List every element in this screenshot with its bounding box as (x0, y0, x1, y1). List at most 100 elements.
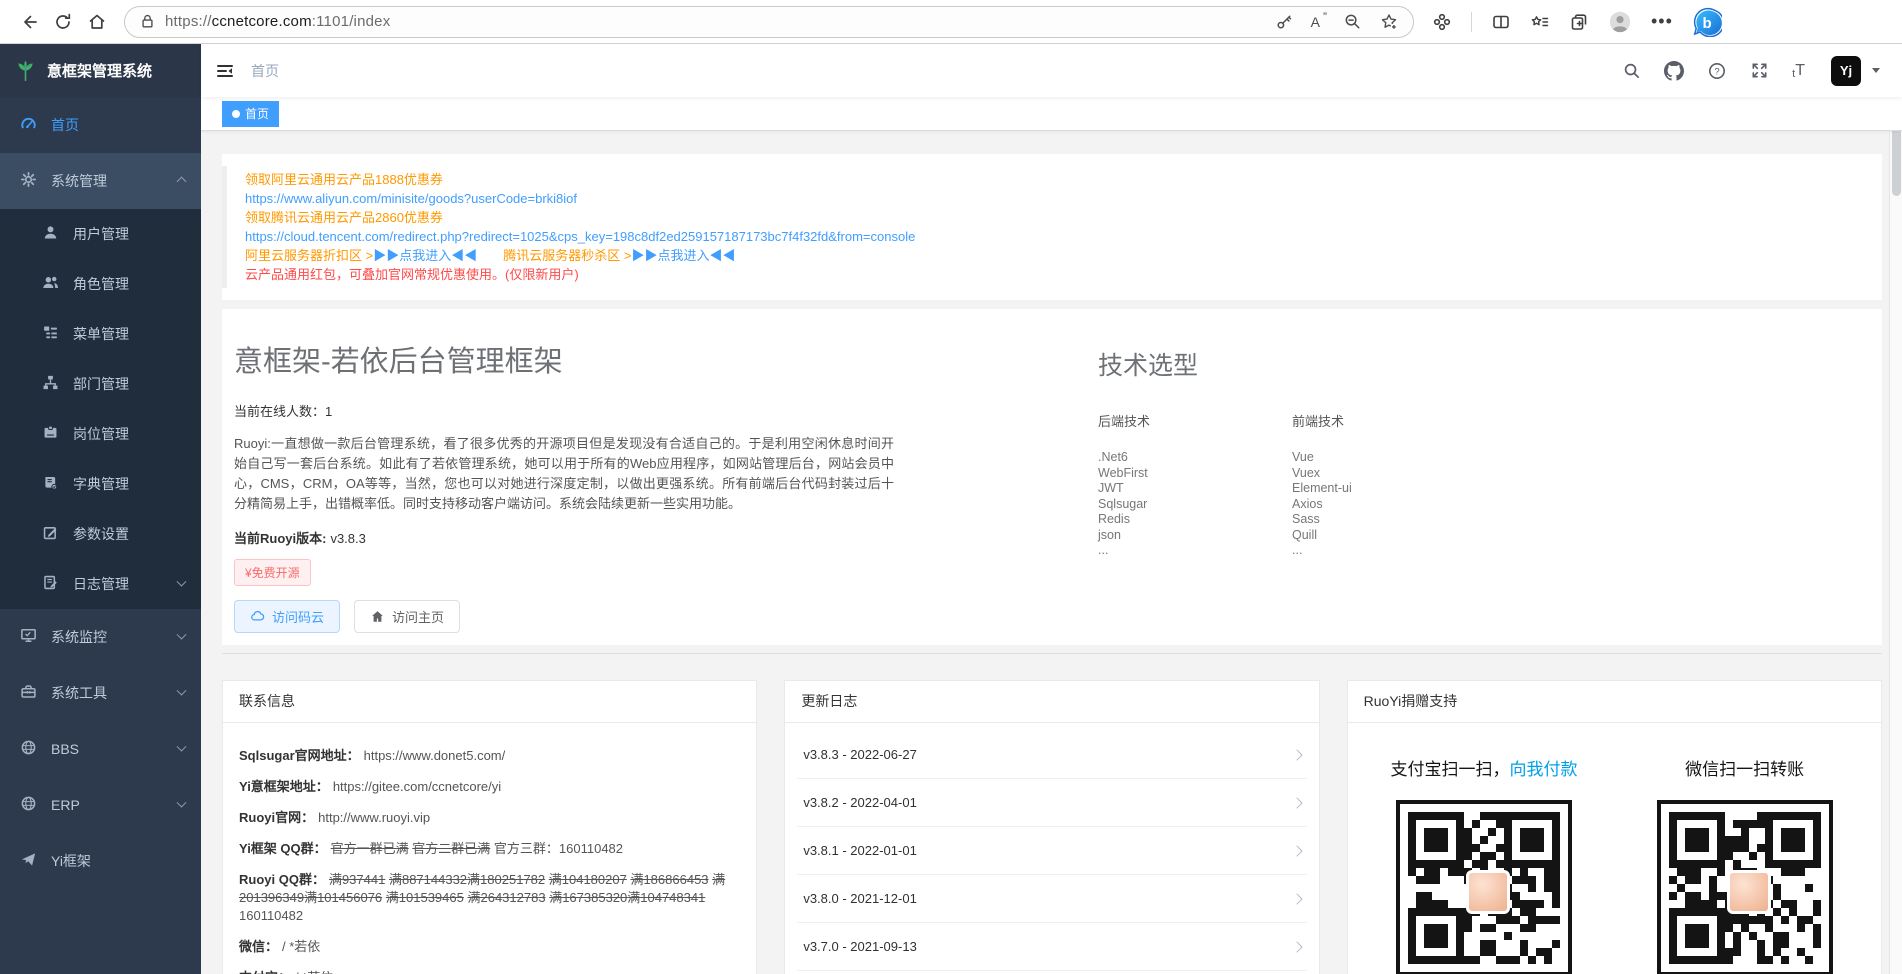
password-key-icon[interactable] (1275, 12, 1294, 31)
free-open-source-tag: ¥免费开源 (234, 559, 311, 586)
contact-row: 微信：/ *若依 (239, 938, 740, 956)
home-icon[interactable] (80, 5, 114, 39)
font-size-icon[interactable]: tT (1792, 62, 1805, 80)
qr-cell (1757, 956, 1765, 964)
sidebar-item-yi-framework[interactable]: Yi框架 (0, 833, 201, 889)
split-screen-icon[interactable] (1491, 12, 1511, 32)
notice-link[interactable]: https://www.aliyun.com/minisite/goods?us… (245, 191, 577, 206)
tag-home[interactable]: 首页 (222, 101, 279, 127)
notice-text: 领取腾讯云通用云产品2860优惠券 (245, 210, 443, 225)
qr-cell (1520, 908, 1528, 916)
notice-link[interactable]: ▶▶点我进入◀◀ (631, 248, 735, 263)
changelog-item[interactable]: v3.8.3 - 2022-06-27 (797, 731, 1306, 779)
search-icon[interactable] (1622, 61, 1641, 80)
qr-cell (1789, 908, 1797, 916)
notice-link[interactable]: ▶▶点我进入◀◀ (373, 248, 477, 263)
browser-settings-menu-icon[interactable]: ••• (1651, 11, 1673, 32)
qr-cell (1693, 868, 1701, 876)
changelog-item[interactable]: v3.8.2 - 2022-04-01 (797, 779, 1306, 827)
changelog-label: v3.8.0 - 2021-12-01 (803, 891, 916, 906)
back-icon[interactable] (12, 5, 46, 39)
sidebar-item-erp[interactable]: ERP (0, 777, 201, 833)
extensions-icon[interactable] (1432, 12, 1452, 32)
sidebar-item-label: 首页 (51, 115, 79, 135)
sidebar-item-param-settings[interactable]: 参数设置 (0, 509, 201, 559)
refresh-icon[interactable] (46, 5, 80, 39)
sidebar-item-dept-mgmt[interactable]: 部门管理 (0, 359, 201, 409)
changelog-item[interactable]: v3.8.1 - 2022-01-01 (797, 827, 1306, 875)
tech-item: ... (1292, 543, 1486, 559)
qr-cell (1528, 876, 1536, 884)
changelog-item[interactable]: v3.8.0 - 2021-12-01 (797, 875, 1306, 923)
favorites-bar-icon[interactable] (1530, 12, 1550, 32)
qr-cell (1464, 916, 1472, 924)
qr-cell (1520, 948, 1528, 956)
url-bar[interactable]: https://ccnetcore.com:1101/index A (124, 6, 1414, 38)
sidebar-item-role-mgmt[interactable]: 角色管理 (0, 259, 201, 309)
notice-text: 云产品通用红包，可叠加官网常规优惠使用。(仅限新用户) (245, 267, 579, 282)
globe-icon (20, 795, 40, 815)
favorite-star-icon[interactable] (1379, 12, 1399, 32)
sidebar-item-home[interactable]: 首页 (0, 97, 201, 153)
lock-icon[interactable] (139, 13, 156, 30)
qr-cell (1813, 932, 1821, 940)
qr-cell (1480, 860, 1488, 868)
collapse-sidebar-icon[interactable] (215, 61, 235, 81)
page-scrollbar[interactable] (1889, 44, 1902, 974)
app-title: 意框架管理系统 (47, 60, 152, 81)
qr-cell (1544, 948, 1552, 956)
changelog-card: 更新日志 v3.8.3 - 2022-06-27v3.8.2 - 2022-04… (784, 680, 1319, 974)
dictionary-icon (42, 474, 62, 494)
qr-cell (1464, 828, 1472, 836)
read-aloud-icon[interactable]: A (1311, 14, 1326, 30)
qr-finder (1765, 812, 1821, 868)
frontend-tech-column: 前端技术 VueVuexElement-uiAxiosSassQuill... (1292, 411, 1486, 559)
sidebar-item-user-mgmt[interactable]: 用户管理 (0, 209, 201, 259)
collections-icon[interactable] (1569, 12, 1589, 32)
chevron-down-icon (177, 685, 187, 695)
qr-cell (1781, 900, 1789, 908)
url-text: https://ccnetcore.com:1101/index (165, 13, 390, 30)
qr-cell (1773, 908, 1781, 916)
zoom-out-icon[interactable] (1343, 12, 1362, 31)
browser-profile-avatar[interactable] (1608, 10, 1632, 34)
contact-card: 联系信息 Sqlsugar官网地址：https://www.donet5.com… (222, 680, 757, 974)
user-avatar[interactable]: Yj (1831, 56, 1861, 86)
qr-cell (1416, 900, 1424, 908)
sidebar-item-dict-mgmt[interactable]: 字典管理 (0, 459, 201, 509)
sidebar-item-system-monitor[interactable]: 系统监控 (0, 609, 201, 665)
qr-cell (1813, 940, 1821, 948)
changelog-item[interactable]: v3.7.0 - 2021-09-13 (797, 923, 1306, 971)
qr-cell (1693, 892, 1701, 900)
chevron-down-icon (177, 576, 187, 586)
browser-toolbar: https://ccnetcore.com:1101/index A (0, 0, 1902, 44)
online-count: 当前在线人数：1 (234, 401, 906, 420)
contact-value: / *若依 (295, 970, 333, 974)
breadcrumb[interactable]: 首页 (251, 61, 279, 81)
help-icon[interactable]: ? (1707, 61, 1727, 81)
bing-chat-icon[interactable]: b (1692, 7, 1722, 37)
sidebar-item-log-mgmt[interactable]: 日志管理 (0, 559, 201, 609)
notice-link[interactable]: https://cloud.tencent.com/redirect.php?r… (245, 229, 915, 244)
github-icon[interactable] (1664, 61, 1684, 81)
tech-item: Axios (1292, 497, 1486, 513)
cloud-icon (250, 609, 265, 624)
sidebar-item-system-mgmt[interactable]: 系统管理 (0, 153, 201, 209)
svg-text:b: b (1702, 15, 1711, 32)
sidebar-item-menu-mgmt[interactable]: 菜单管理 (0, 309, 201, 359)
fullscreen-icon[interactable] (1750, 61, 1769, 80)
visit-homepage-button[interactable]: 访问主页 (354, 600, 460, 633)
qr-cell (1741, 844, 1749, 852)
qr-cell (1685, 868, 1693, 876)
qr-cell (1717, 892, 1725, 900)
chevron-down-icon[interactable] (1872, 68, 1880, 73)
qr-cell (1781, 868, 1789, 876)
qr-cell (1488, 940, 1496, 948)
sidebar-item-system-tools[interactable]: 系统工具 (0, 665, 201, 721)
alipay-pay-link[interactable]: 向我付款 (1509, 760, 1577, 779)
visit-gitee-button[interactable]: 访问码云 (234, 600, 340, 633)
qr-cell (1781, 916, 1789, 924)
sidebar-item-post-mgmt[interactable]: 岗位管理 (0, 409, 201, 459)
qr-cell (1717, 868, 1725, 876)
sidebar-item-bbs[interactable]: BBS (0, 721, 201, 777)
